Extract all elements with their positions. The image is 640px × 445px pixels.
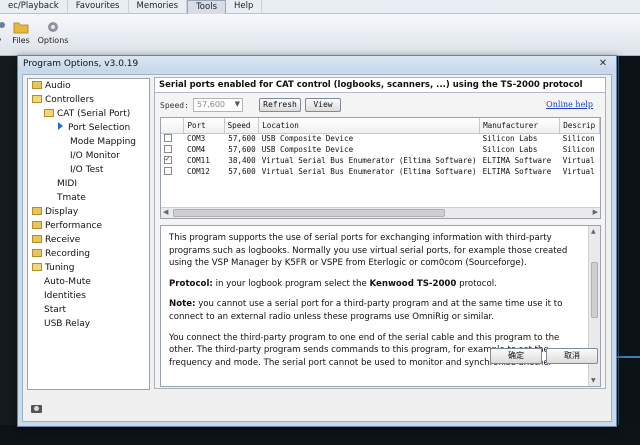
folder-icon — [32, 207, 42, 215]
menu-memories[interactable]: Memories — [129, 0, 188, 14]
ports-table: Port Speed Location Manufacturer Descrip… — [161, 118, 600, 177]
close-icon[interactable]: ✕ — [596, 58, 610, 70]
table-row[interactable]: COM12 57,600 Virtual Serial Bus Enumerat… — [161, 166, 600, 177]
scrollbar-thumb[interactable] — [173, 209, 445, 217]
column-header-manufacturer[interactable]: Manufacturer — [479, 118, 561, 134]
note-paragraph: Note: you cannot use a serial port for a… — [169, 299, 563, 322]
table-row[interactable]: COM4 57,600 USB Composite Device Silicon… — [161, 144, 600, 155]
tree-item-auto-mute[interactable]: Auto-Mute — [44, 276, 91, 289]
scroll-left-icon[interactable]: ◀ — [163, 208, 168, 216]
tree-item-tmate[interactable]: Tmate — [57, 192, 86, 205]
description-paragraph: This program supports the use of serial … — [169, 233, 568, 269]
chevron-down-icon: ▼ — [234, 100, 240, 108]
folder-open-icon — [44, 109, 54, 117]
port-checkbox[interactable] — [164, 134, 172, 143]
gear-icon — [48, 22, 58, 32]
port-checkbox[interactable] — [164, 145, 172, 153]
column-header-check[interactable] — [161, 118, 185, 134]
folder-icon — [32, 235, 42, 243]
tree-item-performance[interactable]: Performance — [32, 220, 102, 233]
tree-item-midi[interactable]: MIDI — [57, 178, 77, 191]
folder-icon — [32, 81, 42, 89]
port-selection-panel: Serial ports enabled for CAT control (lo… — [154, 77, 606, 389]
folder-open-icon — [32, 263, 42, 271]
column-header-speed[interactable]: Speed — [224, 118, 260, 134]
tree-item-recording[interactable]: Recording — [32, 248, 90, 261]
toolbar-label: y — [0, 36, 1, 45]
dialog-title: Program Options, v3.0.19 — [23, 59, 139, 69]
dialog-client: Audio Controllers CAT (Serial Port) Port… — [22, 74, 612, 422]
app-toolbar: y Files Options — [0, 14, 640, 56]
tree-item-port-selection[interactable]: Port Selection — [58, 122, 130, 135]
menu-favourites[interactable]: Favourites — [68, 0, 129, 14]
tree-item-identities[interactable]: Identities — [44, 290, 86, 303]
program-options-dialog: Program Options, v3.0.19 ✕ Audio Control… — [17, 55, 617, 427]
port-checkbox-checked[interactable] — [164, 154, 172, 164]
arrow-icon — [58, 122, 63, 130]
ok-button[interactable]: 确定 — [490, 348, 542, 364]
tree-item-cat-serial-port[interactable]: CAT (Serial Port) — [44, 108, 130, 121]
toolbar-item-files[interactable]: Files — [4, 20, 38, 45]
options-tree: Audio Controllers CAT (Serial Port) Port… — [27, 78, 150, 390]
tree-item-controllers[interactable]: Controllers — [32, 94, 94, 107]
tree-item-tuning[interactable]: Tuning — [32, 262, 74, 275]
folder-icon — [32, 221, 42, 229]
refresh-button[interactable]: Refresh — [259, 98, 301, 112]
speed-label: Speed: — [160, 101, 189, 110]
dialog-titlebar[interactable]: Program Options, v3.0.19 — [18, 56, 616, 72]
column-header-location[interactable]: Location — [258, 118, 481, 134]
cancel-button[interactable]: 取消 — [546, 348, 598, 364]
menu-help[interactable]: Help — [226, 0, 263, 14]
tree-item-audio[interactable]: Audio — [32, 80, 71, 93]
tree-item-usb-relay[interactable]: USB Relay — [44, 318, 90, 331]
protocol-paragraph: Protocol: in your logbook program select… — [169, 278, 497, 289]
tree-item-start[interactable]: Start — [44, 304, 66, 317]
tree-item-mode-mapping[interactable]: Mode Mapping — [70, 136, 136, 149]
column-header-port[interactable]: Port — [183, 118, 225, 134]
app-left-panel — [0, 56, 18, 445]
folder-icon — [32, 249, 42, 257]
toolbar-label: Options — [37, 36, 69, 45]
panel-header: Serial ports enabled for CAT control (lo… — [155, 78, 605, 93]
table-row[interactable]: COM11 38,400 Virtual Serial Bus Enumerat… — [161, 154, 600, 166]
tree-item-io-test[interactable]: I/O Test — [70, 164, 103, 177]
app-menu-bar: ec/Playback Favourites Memories Tools He… — [0, 0, 640, 14]
camera-icon[interactable] — [31, 405, 42, 413]
folder-icon — [13, 22, 29, 34]
tree-item-io-monitor[interactable]: I/O Monitor — [70, 150, 120, 163]
toolbar-label: Files — [12, 36, 30, 45]
menu-tools[interactable]: Tools — [187, 0, 227, 14]
scroll-down-icon[interactable]: ▼ — [591, 377, 596, 384]
scrollbar-thumb[interactable] — [591, 262, 598, 318]
horizontal-scrollbar[interactable]: ◀ ▶ — [161, 207, 600, 218]
scroll-right-icon[interactable]: ▶ — [593, 208, 598, 216]
online-help-link[interactable]: Online help — [546, 100, 593, 109]
toolbar-item-options[interactable]: Options — [36, 20, 70, 45]
view-button[interactable]: View — [305, 98, 341, 112]
table-header-row: Port Speed Location Manufacturer Descrip — [161, 118, 600, 134]
port-checkbox[interactable] — [164, 167, 172, 175]
app-bottom-panel — [0, 425, 640, 445]
menu-playback[interactable]: ec/Playback — [0, 0, 68, 14]
scroll-up-icon[interactable]: ▲ — [591, 228, 596, 235]
ports-table-container: Port Speed Location Manufacturer Descrip… — [160, 117, 601, 219]
folder-open-icon — [32, 95, 42, 103]
tree-item-receive[interactable]: Receive — [32, 234, 80, 247]
table-row[interactable]: COM3 57,600 USB Composite Device Silicon… — [161, 133, 600, 144]
speed-select[interactable]: 57,600 ▼ — [193, 98, 243, 112]
column-header-description[interactable]: Descrip — [559, 118, 600, 134]
tree-item-display[interactable]: Display — [32, 206, 78, 219]
